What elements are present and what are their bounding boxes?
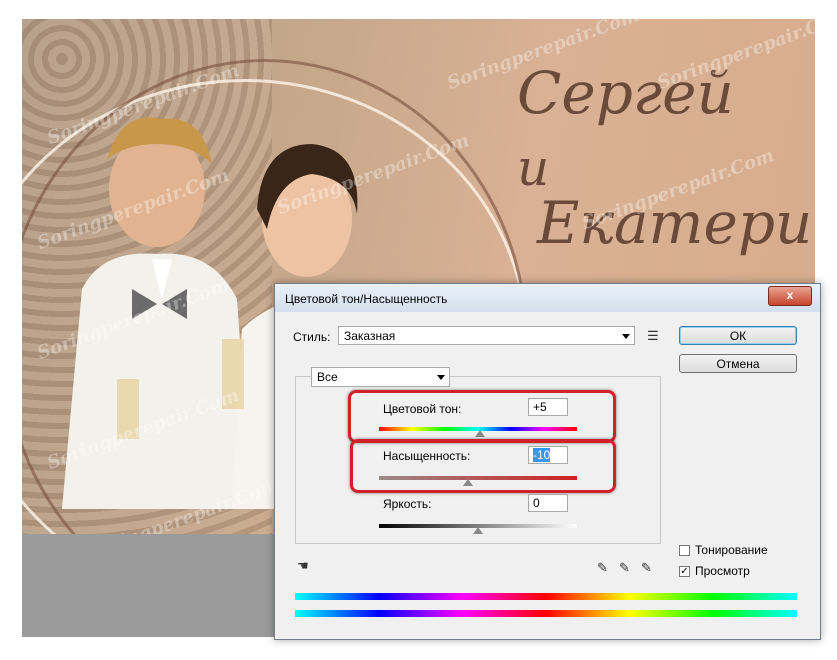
hue-saturation-dialog: Цветовой тон/Насыщенность x Стиль: Заказ… bbox=[274, 283, 821, 640]
hue-slider-track[interactable] bbox=[379, 427, 577, 437]
saturation-input[interactable]: -10 bbox=[528, 446, 568, 464]
hue-input[interactable]: +5 bbox=[528, 398, 568, 416]
channel-value: Все bbox=[317, 370, 338, 384]
preview-label: Просмотр bbox=[695, 564, 750, 578]
eyedropper-plus-icon[interactable]: ✎ bbox=[619, 560, 630, 576]
hand-target-icon[interactable]: ☚ bbox=[297, 558, 309, 574]
preset-options-icon[interactable]: ☰ bbox=[647, 328, 659, 344]
saturation-slider-thumb[interactable] bbox=[463, 479, 474, 486]
saturation-value: -10 bbox=[533, 448, 551, 462]
lightness-label: Яркость: bbox=[383, 497, 432, 511]
eyedropper-minus-icon[interactable]: ✎ bbox=[641, 560, 652, 576]
result-color-bar bbox=[295, 610, 797, 617]
colorize-checkbox[interactable] bbox=[679, 545, 690, 556]
source-color-bar bbox=[295, 593, 797, 600]
colorize-label: Тонирование bbox=[695, 543, 768, 557]
hue-slider-thumb[interactable] bbox=[474, 430, 485, 437]
hue-label: Цветовой тон: bbox=[383, 402, 462, 416]
dialog-title: Цветовой тон/Насыщенность bbox=[285, 292, 448, 306]
lightness-input[interactable]: 0 bbox=[528, 494, 568, 512]
watermark: Soringperepair.Com bbox=[654, 19, 815, 95]
chevron-down-icon bbox=[437, 375, 445, 380]
title-bar[interactable]: Цветовой тон/Насыщенность x bbox=[275, 284, 820, 312]
chevron-down-icon bbox=[622, 334, 630, 339]
cancel-button[interactable]: Отмена bbox=[679, 354, 797, 373]
style-select[interactable]: Заказная bbox=[338, 326, 635, 345]
lightness-slider-thumb[interactable] bbox=[473, 527, 483, 534]
style-label: Стиль: bbox=[293, 330, 331, 344]
saturation-label: Насыщенность: bbox=[383, 449, 471, 463]
style-value: Заказная bbox=[344, 329, 396, 343]
channel-select[interactable]: Все bbox=[311, 367, 450, 387]
saturation-slider-track[interactable] bbox=[379, 476, 577, 486]
close-button[interactable]: x bbox=[768, 286, 812, 306]
lightness-slider-track[interactable] bbox=[379, 524, 577, 534]
ok-button[interactable]: ОК bbox=[679, 326, 797, 345]
eyedropper-icon[interactable]: ✎ bbox=[597, 560, 608, 576]
saturation-highlight bbox=[350, 439, 616, 493]
preview-checkbox[interactable]: ✓ bbox=[679, 566, 690, 577]
